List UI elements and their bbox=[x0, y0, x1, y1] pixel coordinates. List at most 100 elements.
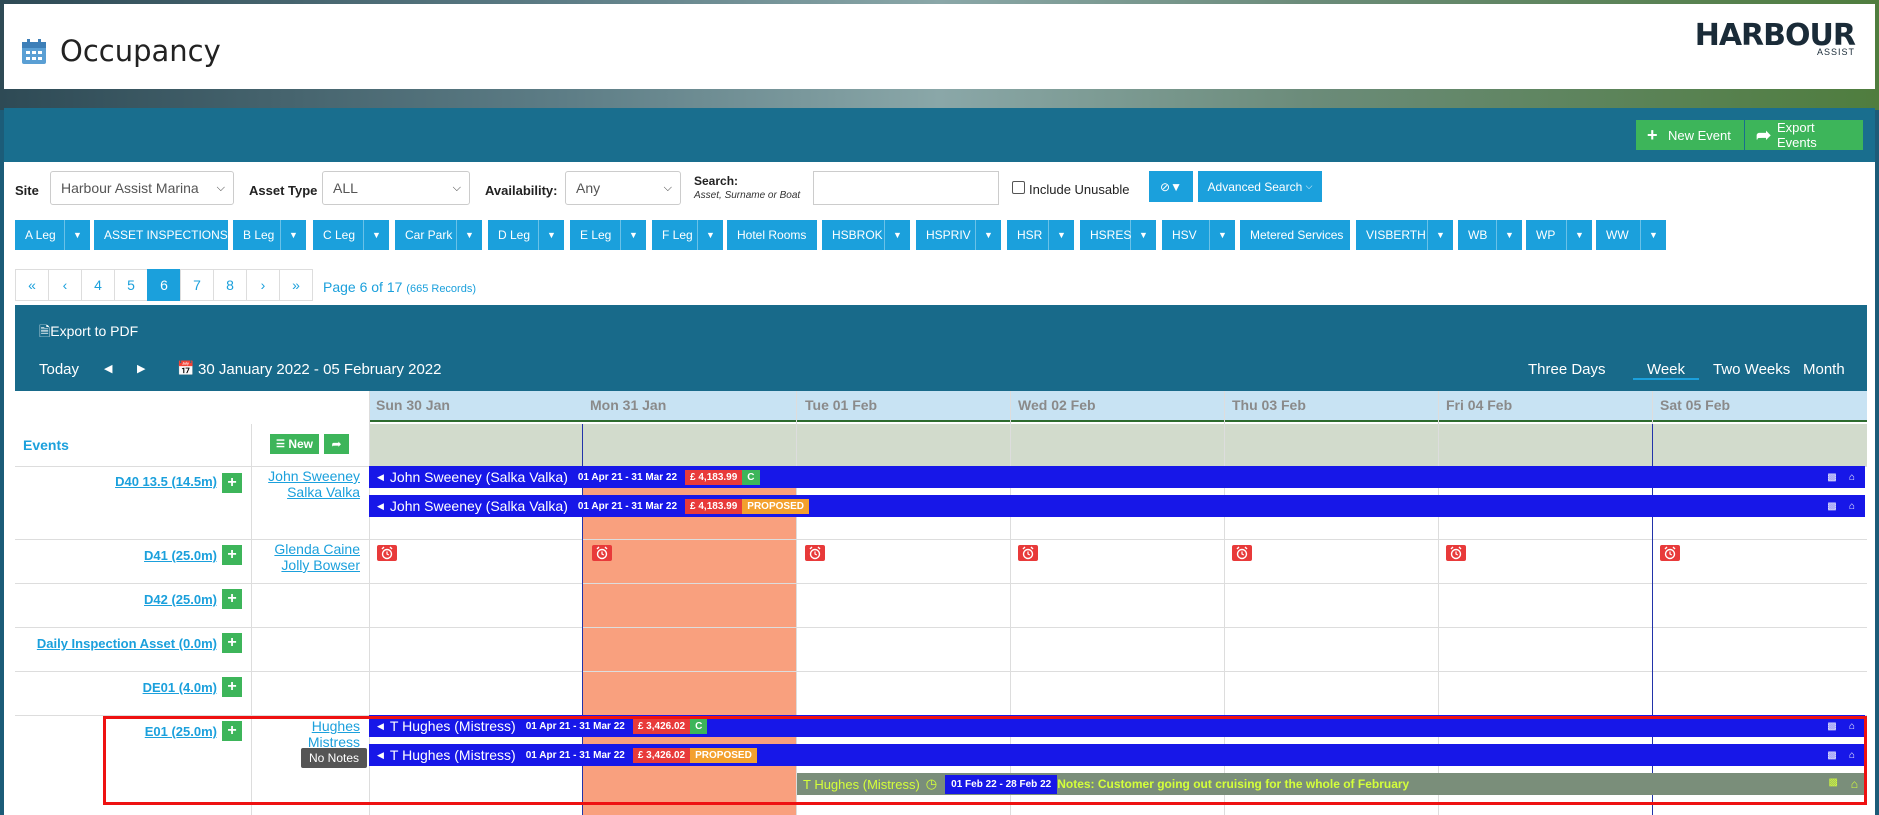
page-button[interactable]: 6 bbox=[147, 269, 181, 301]
add-booking-button[interactable]: + bbox=[222, 633, 242, 653]
caret-down-icon[interactable]: ▼ bbox=[884, 220, 910, 250]
asset-group-f-leg[interactable]: F Leg ▼ bbox=[652, 220, 723, 250]
booking-bar[interactable]: ◀ John Sweeney (Salka Valka) 01 Apr 21 - … bbox=[369, 466, 1865, 488]
day-header: Sat 05 Feb bbox=[1660, 397, 1731, 413]
asset-group-d-leg[interactable]: D Leg ▼ bbox=[488, 220, 564, 250]
alarm-clock-icon[interactable] bbox=[1232, 545, 1252, 561]
list-icon: ☰ bbox=[276, 438, 285, 450]
caret-down-icon[interactable]: ▼ bbox=[280, 220, 306, 250]
include-unusable-checkbox[interactable] bbox=[1012, 181, 1025, 194]
asset-link[interactable]: Daily Inspection Asset (0.0m) bbox=[20, 636, 217, 651]
clear-filter-button[interactable]: ⊘▼ bbox=[1149, 171, 1193, 202]
asset-group-wb[interactable]: WB ▼ bbox=[1458, 220, 1522, 250]
page-button[interactable]: ‹ bbox=[48, 269, 82, 301]
day-header: Tue 01 Feb bbox=[805, 397, 878, 413]
caret-down-icon[interactable]: ▼ bbox=[697, 220, 723, 250]
prev-week-icon[interactable]: ◀ bbox=[104, 362, 112, 375]
page-button[interactable]: 8 bbox=[213, 269, 247, 301]
asset-group-hsbrok[interactable]: HSBROK ▼ bbox=[822, 220, 910, 250]
asset-link[interactable]: D40 13.5 (14.5m) bbox=[60, 474, 217, 489]
export-events-button[interactable]: ➦ Export Events bbox=[1745, 120, 1863, 150]
caret-down-icon[interactable]: ▼ bbox=[456, 220, 482, 250]
caret-down-icon[interactable]: ▼ bbox=[1048, 220, 1074, 250]
view-two-weeks[interactable]: Two Weeks bbox=[1713, 361, 1790, 378]
alarm-clock-icon[interactable] bbox=[1660, 545, 1680, 561]
page-button[interactable]: » bbox=[279, 269, 313, 301]
site-select[interactable]: Harbour Assist Marina ⌵ bbox=[50, 171, 234, 205]
calendar-small-icon[interactable]: 📅 bbox=[177, 360, 194, 377]
ad-icon: ▩ bbox=[1827, 500, 1837, 512]
asset-group-asset-inspections[interactable]: ASSET INSPECTIONS bbox=[94, 220, 228, 250]
asset-group-car-park[interactable]: Car Park ▼ bbox=[395, 220, 482, 250]
events-label: Events bbox=[23, 437, 69, 453]
new-booking-button[interactable]: ☰ New bbox=[270, 434, 319, 454]
view-month[interactable]: Month bbox=[1803, 361, 1845, 378]
chevron-down-icon: ⌵ bbox=[1305, 181, 1313, 191]
caret-down-icon[interactable]: ▼ bbox=[975, 220, 1001, 250]
asset-group-hsv[interactable]: HSV ▼ bbox=[1162, 220, 1235, 250]
add-booking-button[interactable]: + bbox=[222, 545, 242, 565]
asset-group-hotel-rooms[interactable]: Hotel Rooms bbox=[727, 220, 817, 250]
share-icon[interactable]: ➦ bbox=[324, 434, 349, 454]
caret-down-icon[interactable]: ▼ bbox=[363, 220, 389, 250]
booking-bar[interactable]: ◀ John Sweeney (Salka Valka) 01 Apr 21 - … bbox=[369, 495, 1865, 517]
alarm-clock-icon[interactable] bbox=[592, 545, 612, 561]
alarm-clock-icon[interactable] bbox=[805, 545, 825, 561]
asset-group-label: C Leg bbox=[323, 228, 356, 242]
owner-link[interactable]: John Sweeney Salka Valka bbox=[252, 468, 360, 500]
asset-group-hsres[interactable]: HSRES ▼ bbox=[1080, 220, 1156, 250]
export-pdf-button[interactable]: 🗎Export to PDF bbox=[39, 321, 138, 345]
caret-down-icon[interactable]: ▼ bbox=[1427, 220, 1453, 250]
add-booking-button[interactable]: + bbox=[222, 473, 242, 493]
asset-group-hspriv[interactable]: HSPRIV ▼ bbox=[916, 220, 1001, 250]
add-booking-button[interactable]: + bbox=[222, 677, 242, 697]
asset-group-ww[interactable]: WW ▼ bbox=[1596, 220, 1666, 250]
asset-group-wp[interactable]: WP ▼ bbox=[1526, 220, 1592, 250]
owner-link[interactable]: Glenda Caine Jolly Bowser bbox=[252, 541, 360, 573]
page-button[interactable]: 5 bbox=[114, 269, 148, 301]
search-input[interactable] bbox=[813, 171, 999, 205]
caret-down-icon[interactable]: ▼ bbox=[1209, 220, 1235, 250]
caret-down-icon[interactable]: ▼ bbox=[64, 220, 90, 250]
today-button[interactable]: Today bbox=[39, 361, 79, 378]
new-event-button[interactable]: + New Event bbox=[1636, 120, 1744, 150]
page-button[interactable]: « bbox=[15, 269, 49, 301]
asset-group-hsr[interactable]: HSR ▼ bbox=[1007, 220, 1074, 250]
page-info: Page 6 of 17 (665 Records) bbox=[323, 279, 476, 295]
day-header: Thu 03 Feb bbox=[1232, 397, 1306, 413]
alarm-clock-icon[interactable] bbox=[1018, 545, 1038, 561]
asset-link[interactable]: D42 (25.0m) bbox=[60, 592, 217, 607]
asset-link[interactable]: DE01 (4.0m) bbox=[60, 680, 217, 695]
caret-down-icon[interactable]: ▼ bbox=[1130, 220, 1156, 250]
asset-group-label: HSR bbox=[1017, 228, 1043, 242]
arrow-left-icon: ◀ bbox=[377, 471, 384, 482]
asset-link[interactable]: D41 (25.0m) bbox=[60, 548, 217, 563]
asset-group-metered-services[interactable]: Metered Services bbox=[1240, 220, 1350, 250]
availability-select[interactable]: Any ⌵ bbox=[565, 171, 681, 205]
view-three-days[interactable]: Three Days bbox=[1528, 361, 1606, 378]
page-button[interactable]: 4 bbox=[81, 269, 115, 301]
page-button[interactable]: 7 bbox=[180, 269, 214, 301]
view-week[interactable]: Week bbox=[1633, 361, 1699, 378]
row-divider bbox=[15, 583, 1867, 584]
next-week-icon[interactable]: ▶ bbox=[137, 362, 145, 375]
caret-down-icon[interactable]: ▼ bbox=[1566, 220, 1592, 250]
asset-group-a-leg[interactable]: A Leg ▼ bbox=[15, 220, 90, 250]
alarm-clock-icon[interactable] bbox=[1446, 545, 1466, 561]
asset-group-c-leg[interactable]: C Leg ▼ bbox=[313, 220, 389, 250]
caret-down-icon[interactable]: ▼ bbox=[620, 220, 646, 250]
add-booking-button[interactable]: + bbox=[222, 589, 242, 609]
asset-type-select[interactable]: ALL ⌵ bbox=[322, 171, 470, 205]
asset-group-label: Metered Services bbox=[1250, 228, 1344, 242]
caret-down-icon[interactable]: ▼ bbox=[1640, 220, 1666, 250]
caret-down-icon[interactable]: ▼ bbox=[538, 220, 564, 250]
asset-group-visberth[interactable]: VISBERTH ▼ bbox=[1356, 220, 1453, 250]
chevron-down-icon: ⌵ bbox=[452, 182, 461, 194]
asset-group-b-leg[interactable]: B Leg ▼ bbox=[233, 220, 306, 250]
advanced-search-button[interactable]: Advanced Search ⌵ bbox=[1198, 171, 1322, 202]
asset-group-e-leg[interactable]: E Leg ▼ bbox=[570, 220, 646, 250]
alarm-clock-icon[interactable] bbox=[377, 545, 397, 561]
page-title: Occupancy bbox=[60, 34, 221, 68]
caret-down-icon[interactable]: ▼ bbox=[1496, 220, 1522, 250]
page-button[interactable]: › bbox=[246, 269, 280, 301]
